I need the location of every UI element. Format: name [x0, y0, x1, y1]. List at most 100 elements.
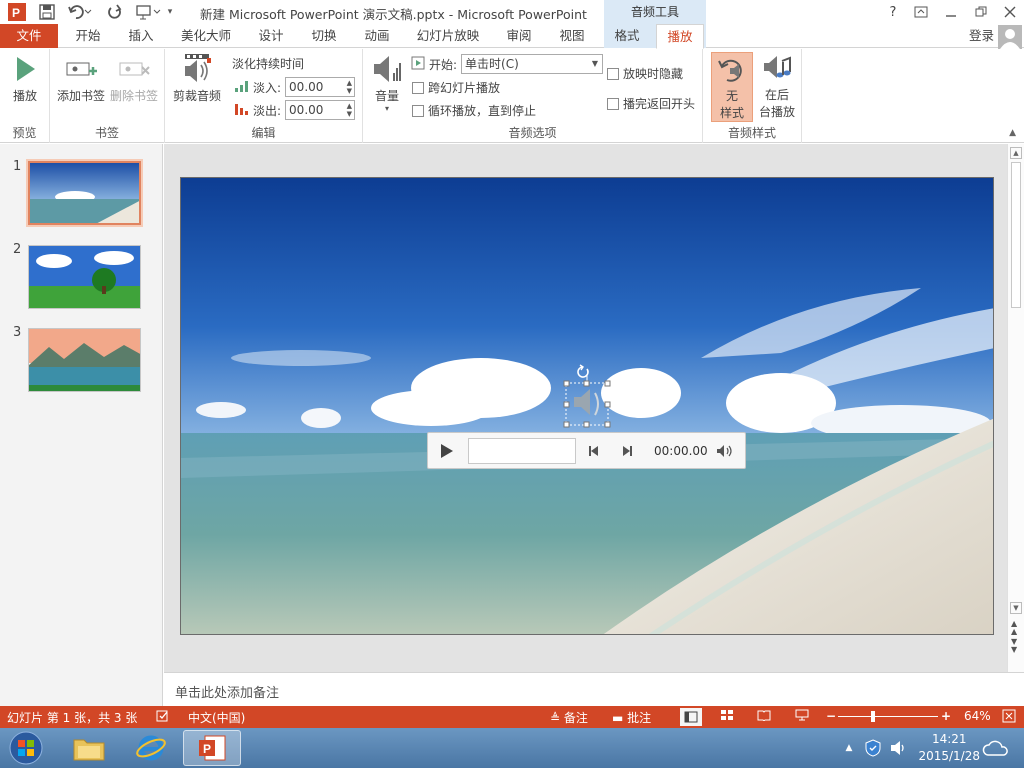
start-slideshow-icon[interactable]	[134, 2, 164, 22]
remove-bookmark-label: 删除书签	[109, 89, 158, 103]
close-icon[interactable]	[995, 0, 1024, 24]
security-shield-icon[interactable]	[862, 730, 884, 766]
undo-icon[interactable]	[66, 2, 94, 22]
play-across-slides-checkbox[interactable]: 跨幻灯片播放	[412, 79, 500, 96]
player-play-icon[interactable]	[440, 443, 454, 462]
zoom-slider[interactable]	[838, 716, 938, 717]
collapse-ribbon-icon[interactable]: ▲	[1009, 128, 1016, 138]
checkbox-box[interactable]	[412, 104, 424, 117]
play-icon	[9, 53, 41, 85]
zoom-level[interactable]: 64%	[964, 709, 991, 723]
loop-until-stopped-checkbox[interactable]: 循环播放，直到停止	[412, 102, 536, 119]
slide-sorter-view-icon[interactable]	[720, 709, 734, 724]
zoom-out-icon[interactable]: −	[826, 709, 836, 723]
minimize-icon[interactable]	[936, 0, 966, 24]
scroll-thumb[interactable]	[1011, 162, 1021, 308]
spinner-arrows-icon[interactable]: ▲ ▼	[347, 102, 352, 118]
tab-view[interactable]: 视图	[553, 24, 591, 48]
checkbox-box[interactable]	[607, 97, 619, 110]
rewind-after-playing-checkbox[interactable]: 播完返回开头	[607, 95, 695, 112]
add-bookmark-label: 添加书签	[56, 89, 105, 103]
save-icon[interactable]	[36, 2, 58, 22]
fade-in-spinner[interactable]: 00.00 ▲ ▼	[285, 77, 356, 97]
start-dropdown[interactable]: 单击时(C) ▼	[461, 54, 604, 74]
svg-text:P: P	[203, 742, 211, 756]
group-audio-styles: 无 样式 在后 台播放 音频样式	[703, 49, 802, 143]
tab-home[interactable]: 开始	[68, 24, 108, 48]
slide-thumbnail-2[interactable]	[28, 245, 141, 309]
spinner-arrows-icon[interactable]: ▲ ▼	[347, 79, 352, 95]
slide-count-status[interactable]: 幻灯片 第 1 张，共 3 张	[7, 709, 137, 726]
normal-view-icon[interactable]	[680, 708, 702, 726]
checkbox-box[interactable]	[412, 81, 424, 94]
audio-object[interactable]	[563, 364, 611, 428]
fade-out-icon	[235, 103, 249, 118]
ribbon-display-options-icon[interactable]	[906, 0, 936, 24]
zoom-in-icon[interactable]: +	[941, 709, 951, 723]
fade-out-spinner[interactable]: 00.00 ▲ ▼	[285, 100, 356, 120]
tab-format[interactable]: 格式	[608, 24, 646, 48]
tab-animations[interactable]: 动画	[358, 24, 396, 48]
tab-beautify-master[interactable]: 美化大师	[175, 24, 237, 48]
rewind-after-playing-label: 播完返回开头	[623, 97, 696, 111]
remove-bookmark-icon	[118, 53, 150, 85]
previous-slide-icon[interactable]: ▲ ▲	[1011, 620, 1017, 636]
play-button[interactable]: 播放	[6, 53, 44, 104]
tab-insert[interactable]: 插入	[122, 24, 160, 48]
scroll-down-icon[interactable]: ▼	[1010, 602, 1022, 614]
tab-playback[interactable]: 播放	[656, 24, 704, 49]
notes-pane[interactable]: 单击此处添加备注	[164, 672, 1024, 706]
skip-back-icon[interactable]	[588, 445, 600, 460]
comments-button[interactable]: ▬ 批注	[612, 709, 651, 726]
volume-button[interactable]: 音量 ▾	[369, 53, 405, 114]
show-hidden-icons[interactable]: ▲	[842, 730, 856, 766]
trim-audio-button[interactable]: 剪裁音频	[169, 53, 225, 104]
group-label-audio-styles: 音频样式	[727, 126, 776, 140]
checkbox-box[interactable]	[607, 67, 619, 80]
fade-duration-label: 淡化持续时间	[232, 57, 305, 71]
tab-slideshow[interactable]: 幻灯片放映	[411, 24, 485, 48]
tab-review[interactable]: 审阅	[500, 24, 538, 48]
play-label: 播放	[12, 89, 37, 103]
slide-thumbnail-1[interactable]	[26, 159, 143, 227]
avatar[interactable]	[998, 25, 1022, 49]
file-explorer-icon[interactable]	[66, 730, 112, 766]
language-status[interactable]: 中文(中国)	[188, 709, 245, 726]
tab-file[interactable]: 文件	[0, 24, 58, 48]
scroll-up-icon[interactable]: ▲	[1010, 147, 1022, 159]
ribbon-tabs: 文件 开始 插入 美化大师 设计 切换 动画 幻灯片放映 审阅 视图 格式 播放…	[0, 24, 1024, 49]
reading-view-icon[interactable]	[757, 709, 771, 724]
onedrive-cloud-icon[interactable]	[978, 730, 1014, 766]
restore-icon[interactable]	[966, 0, 996, 24]
windows-taskbar: P ▲ 14:21 2015/1/28	[0, 728, 1024, 768]
internet-explorer-icon[interactable]	[128, 730, 174, 766]
play-in-background-button[interactable]: 在后 台播放	[755, 52, 799, 120]
slide-thumbnail-3[interactable]	[28, 328, 141, 392]
tab-design[interactable]: 设计	[252, 24, 290, 48]
system-clock[interactable]: 14:21 2015/1/28	[918, 731, 980, 765]
group-label-audio-options: 音频选项	[508, 126, 557, 140]
player-volume-icon[interactable]	[716, 444, 734, 461]
spelling-check-icon[interactable]	[156, 709, 170, 726]
player-progress-track[interactable]	[468, 438, 576, 464]
notes-button[interactable]: ≜ 备注	[550, 709, 588, 726]
customize-qat-icon[interactable]: ▾	[164, 2, 176, 22]
hide-during-show-checkbox[interactable]: 放映时隐藏	[607, 65, 683, 82]
fit-slide-icon[interactable]	[1002, 709, 1016, 726]
help-button[interactable]: ?	[878, 0, 908, 24]
slideshow-view-icon[interactable]	[795, 709, 809, 724]
powerpoint-taskbar-icon[interactable]: P	[183, 730, 241, 766]
vertical-scrollbar[interactable]: ▲ ▼ ▲ ▲ ▼ ▼	[1007, 144, 1024, 672]
redo-icon[interactable]	[104, 2, 126, 22]
slide-thumbnail-panel: 1 2 3	[0, 144, 163, 706]
zoom-slider-thumb[interactable]	[871, 711, 875, 722]
skip-forward-icon[interactable]	[621, 445, 633, 460]
speaker-icon[interactable]	[888, 730, 910, 766]
next-slide-icon[interactable]: ▼ ▼	[1011, 638, 1017, 654]
sign-in-link[interactable]: 登录	[969, 24, 994, 48]
remove-bookmark-button[interactable]: 删除书签	[108, 53, 160, 104]
tab-transitions[interactable]: 切换	[305, 24, 343, 48]
no-style-button[interactable]: 无 样式	[711, 52, 753, 122]
add-bookmark-button[interactable]: 添加书签	[56, 53, 106, 104]
start-button-icon[interactable]	[4, 730, 48, 766]
